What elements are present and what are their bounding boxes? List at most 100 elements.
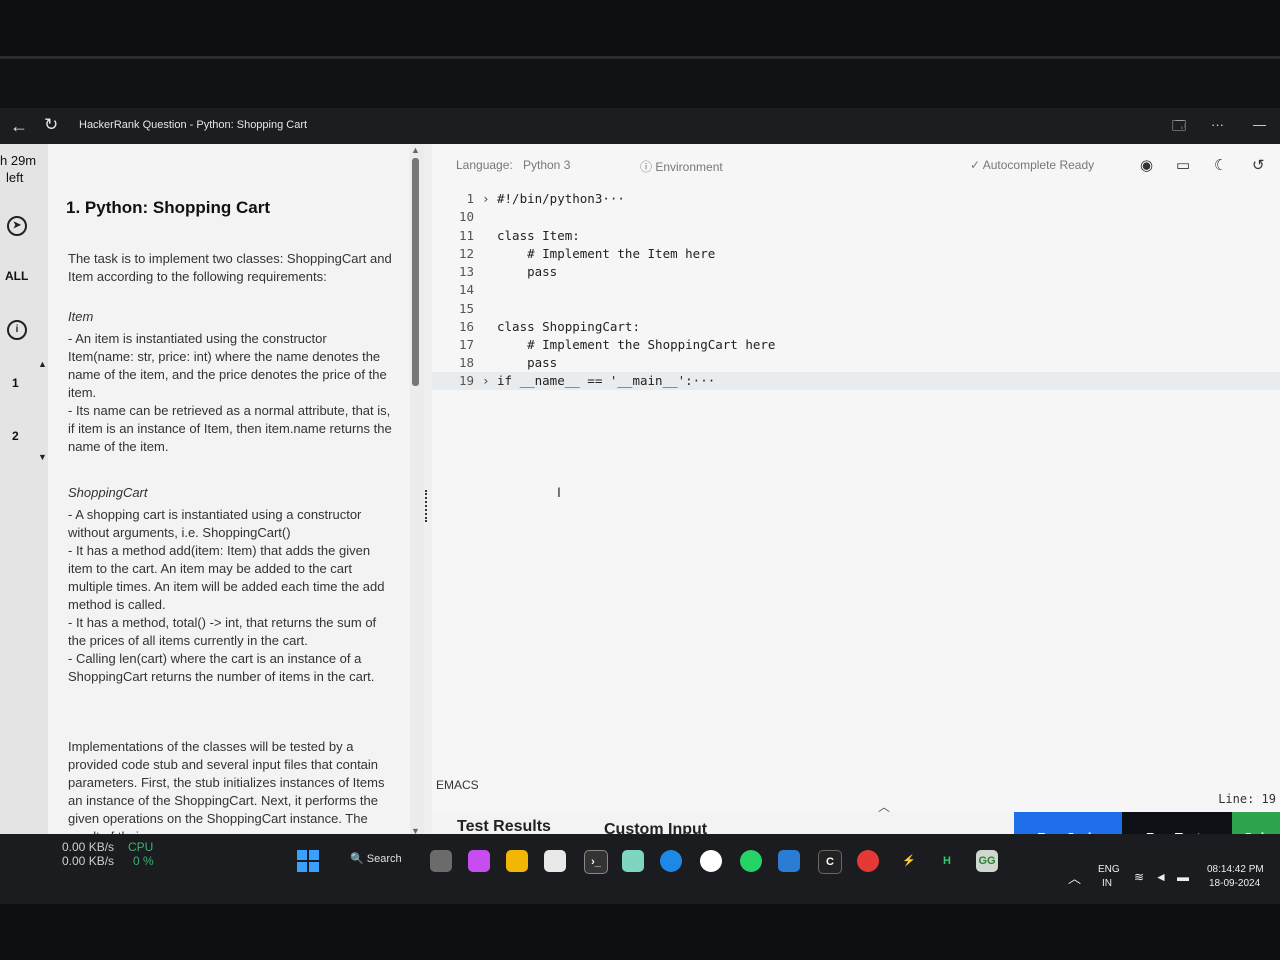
line-number: 14 (458, 282, 474, 297)
scrollbar-up-icon[interactable]: ▲ (411, 145, 420, 155)
implementation-note: Implementations of the classes will be t… (68, 738, 393, 834)
line-status: Line: 19 (1218, 792, 1276, 806)
line-number: 19 (458, 373, 474, 388)
taskbar-search[interactable]: 🔍 Search (350, 852, 402, 865)
time-left: h 29m left (0, 152, 36, 186)
autocomplete-status[interactable]: ✓ Autocomplete Ready (970, 158, 1094, 172)
windows-start-icon[interactable] (297, 850, 319, 872)
app-window-icon[interactable]: 🗔 (1172, 117, 1186, 139)
clock-time[interactable]: 08:14:42 PM (1207, 864, 1264, 875)
edge-icon[interactable] (660, 850, 682, 872)
implementation-text: Implementations of the classes will be t… (68, 739, 385, 834)
fold-arrow-icon[interactable]: › (482, 190, 490, 208)
code-text: class ShoppingCart: (497, 319, 640, 334)
c-app-icon[interactable]: C (818, 850, 842, 874)
line-number: 17 (458, 337, 474, 352)
hackerrank-icon[interactable]: H (936, 850, 958, 872)
code-text: if __name__ == '__main__':··· (497, 373, 716, 388)
item-heading: Item (68, 309, 94, 324)
volume-icon[interactable]: ◄ (1155, 870, 1167, 884)
code-line: 15 (432, 300, 1280, 318)
bezel-edge (0, 56, 1280, 59)
screen-bezel (0, 0, 1280, 60)
whatsapp-icon[interactable] (740, 850, 762, 872)
lightning-app-icon[interactable]: ⚡ (898, 850, 920, 872)
keyboard-icon[interactable]: ▭ (1176, 156, 1190, 174)
question-link-1[interactable]: 1 (12, 376, 19, 390)
code-editor[interactable]: Language: Python 3 ⓘ Environment ✓ Autoc… (432, 144, 1280, 814)
scroll-down-arrow-icon[interactable]: ▼ (38, 452, 47, 462)
line-number: 18 (458, 355, 474, 370)
cart-requirement-3: - It has a method, total() -> int, that … (68, 615, 377, 648)
code-text: pass (497, 355, 558, 370)
problem-scrollbar-thumb[interactable] (412, 158, 419, 386)
code-line: 1 › #!/bin/python3··· (432, 190, 1280, 208)
compass-icon[interactable]: ➤ (7, 216, 27, 236)
language-indicator[interactable]: ENG (1098, 864, 1120, 875)
github-icon[interactable] (700, 850, 722, 872)
line-number: 11 (458, 228, 474, 243)
cart-section: ShoppingCart - A shopping cart is instan… (68, 484, 393, 686)
code-text: # Implement the Item here (497, 246, 716, 261)
language-label: Language: (456, 158, 513, 172)
scroll-up-arrow-icon[interactable]: ▲ (38, 359, 47, 369)
wifi-icon[interactable]: ≋ (1134, 870, 1144, 884)
problem-statement: 1. Python: Shopping Cart The task is to … (48, 144, 410, 834)
reload-icon[interactable]: ↻ (44, 115, 58, 135)
net-upload-speed: 0.00 KB/s (62, 840, 115, 854)
question-sidebar: h 29m left ➤ ALL i ▲ 1 2 ▼ (0, 144, 48, 834)
chatgpt-icon[interactable] (622, 850, 644, 872)
code-line: 12 # Implement the Item here (432, 245, 1280, 263)
minimize-icon[interactable]: — (1253, 117, 1266, 132)
environment-link[interactable]: ⓘ Environment (640, 158, 723, 175)
code-text: # Implement the ShoppingCart here (497, 337, 776, 352)
editor-toolbar: Language: Python 3 ⓘ Environment ✓ Autoc… (432, 144, 1280, 186)
vscode-icon[interactable] (778, 850, 800, 872)
history-icon[interactable]: ↺ (1252, 156, 1265, 174)
code-line: 16 class ShoppingCart: (432, 318, 1280, 336)
fold-arrow-icon[interactable]: › (482, 372, 490, 390)
code-text: class Item: (497, 228, 580, 243)
intro-text: The task is to implement two classes: Sh… (68, 251, 392, 284)
battery-icon[interactable]: ▬ (1177, 870, 1189, 884)
cart-heading: ShoppingCart (68, 485, 148, 500)
file-explorer-icon[interactable] (506, 850, 528, 872)
more-options-icon[interactable]: ··· (1211, 117, 1224, 132)
dark-mode-moon-icon[interactable]: ☾ (1214, 156, 1227, 174)
region-indicator[interactable]: IN (1102, 878, 1112, 889)
filter-all[interactable]: ALL (5, 269, 28, 283)
panel-splitter[interactable] (424, 144, 432, 834)
screen-bezel-bottom (0, 904, 1280, 960)
language-select[interactable]: Python 3 (523, 158, 570, 172)
time-left-value: h 29m (0, 153, 37, 168)
item-requirement-2: - Its name can be retrieved as a normal … (68, 403, 392, 454)
line-number: 15 (458, 301, 474, 316)
line-number: 10 (458, 209, 474, 224)
code-line: 11 class Item: (432, 227, 1280, 245)
eye-icon[interactable]: ◉ (1140, 156, 1153, 174)
cpu-label: CPU (128, 840, 154, 854)
code-line: 10 (432, 208, 1280, 226)
copilot-icon[interactable] (468, 850, 490, 872)
store-icon[interactable] (544, 850, 566, 872)
cart-requirement-4: - Calling len(cart) where the cart is an… (68, 651, 375, 684)
code-text: #!/bin/python3··· (497, 191, 625, 206)
code-line: 18 pass (432, 354, 1280, 372)
editor-mode[interactable]: EMACS (436, 778, 479, 792)
info-icon[interactable]: i (7, 320, 27, 340)
back-arrow-icon[interactable]: ← (10, 116, 28, 137)
problem-title: 1. Python: Shopping Cart (66, 198, 270, 217)
clock-date[interactable]: 18-09-2024 (1209, 878, 1260, 889)
code-line: 14 (432, 281, 1280, 299)
security-app-icon[interactable] (857, 850, 879, 872)
tray-overflow-icon[interactable]: ︿ (1068, 868, 1081, 887)
item-requirement-1: - An item is instantiated using the cons… (68, 331, 387, 400)
task-view-icon[interactable] (430, 850, 452, 872)
question-link-2[interactable]: 2 (12, 429, 19, 443)
item-section: Item - An item is instantiated using the… (68, 308, 393, 456)
terminal-icon[interactable]: ›_ (584, 850, 608, 874)
line-number: 1 (466, 191, 474, 206)
search-label: Search (366, 853, 402, 865)
window-title: HackerRank Question - Python: Shopping C… (79, 119, 308, 131)
geeksforgeeks-icon[interactable]: GG (976, 850, 998, 872)
